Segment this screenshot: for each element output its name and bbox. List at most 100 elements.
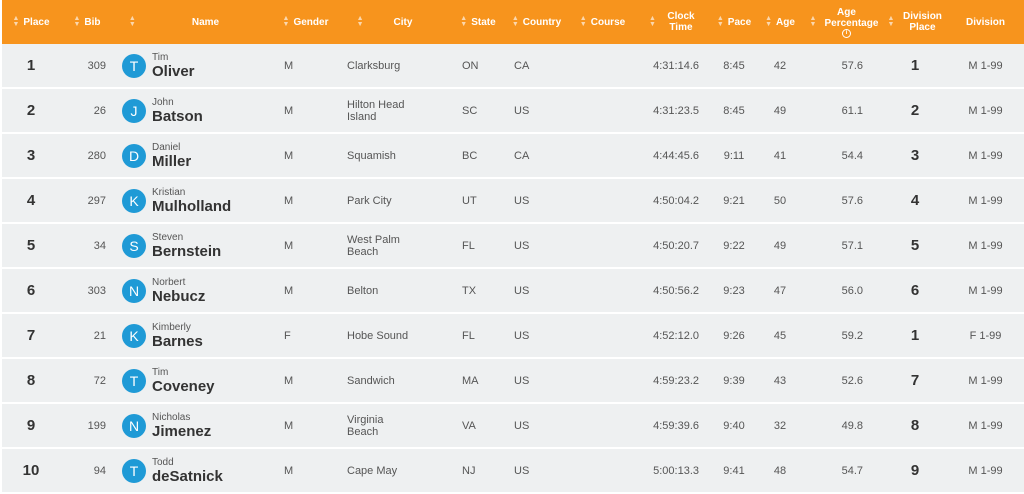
division-place-cell: 7 xyxy=(910,372,920,389)
header-name[interactable]: ▲ ▼ Name xyxy=(114,0,274,44)
clock-time-cell: 4:50:20.7 xyxy=(653,239,699,252)
name-cell[interactable]: T Tim Coveney xyxy=(114,359,274,402)
pace-cell: 9:41 xyxy=(723,464,745,477)
header-city-label: City xyxy=(393,16,413,28)
sort-icon: ▲ ▼ xyxy=(511,15,519,28)
course-cell xyxy=(569,224,636,267)
last-name[interactable]: Nebucz xyxy=(152,288,205,305)
last-name[interactable]: Coveney xyxy=(152,378,215,395)
name-cell[interactable]: T Todd deSatnick xyxy=(114,449,274,492)
name-cell[interactable]: D Daniel Miller xyxy=(114,134,274,177)
place-cell: 6 xyxy=(26,282,36,299)
age-cell: 49 xyxy=(773,239,787,252)
header-clock-time-label: Clock Time xyxy=(667,11,695,33)
city-cell: Hobe Sound xyxy=(347,329,409,342)
header-course-label: Course xyxy=(590,16,626,28)
clock-time-cell: 4:31:23.5 xyxy=(653,104,699,117)
info-icon[interactable]: i xyxy=(841,28,851,38)
bib-cell: 297 xyxy=(87,194,106,207)
header-age[interactable]: ▲ ▼ Age xyxy=(759,0,801,44)
last-name[interactable]: Bernstein xyxy=(152,243,221,260)
header-division-label: Division xyxy=(966,16,1005,28)
course-cell xyxy=(569,449,636,492)
city-cell: Park City xyxy=(347,194,392,207)
first-name: Nicholas xyxy=(152,411,191,423)
header-clock-time[interactable]: ▲ ▼ Clock Time xyxy=(636,0,709,44)
last-name[interactable]: deSatnick xyxy=(152,468,223,485)
division-cell: M 1-99 xyxy=(968,149,1003,162)
header-city[interactable]: ▲ ▼ City xyxy=(337,0,452,44)
place-cell: 9 xyxy=(26,417,36,434)
header-state[interactable]: ▲ ▼ State xyxy=(452,0,504,44)
gender-cell: M xyxy=(284,419,294,432)
header-course[interactable]: ▲ ▼ Course xyxy=(569,0,636,44)
bib-cell: 199 xyxy=(87,419,106,432)
division-cell: F 1-99 xyxy=(969,329,1002,342)
age-percentage-cell: 59.2 xyxy=(841,329,863,342)
place-cell: 2 xyxy=(26,102,36,119)
age-percentage-cell: 49.8 xyxy=(841,419,863,432)
table-row[interactable]: 8 72 T Tim Coveney M Sandwich MA US 4:59… xyxy=(2,359,1024,404)
name-cell[interactable]: J John Batson xyxy=(114,89,274,132)
course-cell xyxy=(569,179,636,222)
table-row[interactable]: 3 280 D Daniel Miller M Squamish BC CA 4… xyxy=(2,134,1024,179)
header-age-percentage[interactable]: ▲ ▼ Age Percentage i xyxy=(801,0,878,44)
header-bib[interactable]: ▲ ▼ Bib xyxy=(60,0,114,44)
name-cell[interactable]: T Tim Oliver xyxy=(114,44,274,87)
table-row[interactable]: 9 199 N Nicholas Jimenez M Virginia Beac… xyxy=(2,404,1024,449)
table-row[interactable]: 7 21 K Kimberly Barnes F Hobe Sound FL U… xyxy=(2,314,1024,359)
table-row[interactable]: 10 94 T Todd deSatnick M Cape May NJ US … xyxy=(2,449,1024,494)
avatar: K xyxy=(122,323,146,348)
last-name[interactable]: Batson xyxy=(152,108,203,125)
sort-icon: ▲ ▼ xyxy=(460,15,468,28)
sort-icon: ▲ ▼ xyxy=(887,15,895,28)
header-division[interactable]: Division xyxy=(953,0,1018,44)
last-name[interactable]: Jimenez xyxy=(152,423,211,440)
header-country[interactable]: ▲ ▼ Country xyxy=(504,0,569,44)
age-percentage-cell: 54.7 xyxy=(841,464,863,477)
last-name[interactable]: Oliver xyxy=(152,63,195,80)
avatar: J xyxy=(122,98,146,123)
avatar: S xyxy=(122,233,146,258)
division-place-cell: 1 xyxy=(910,327,920,344)
last-name[interactable]: Mulholland xyxy=(152,198,231,215)
header-division-place[interactable]: ▲ ▼ Division Place xyxy=(877,0,953,44)
table-row[interactable]: 4 297 K Kristian Mulholland M Park City … xyxy=(2,179,1024,224)
last-name[interactable]: Miller xyxy=(152,153,191,170)
age-percentage-cell: 57.6 xyxy=(841,194,863,207)
country-cell: US xyxy=(514,374,530,387)
table-row[interactable]: 2 26 J John Batson M Hilton Head Island … xyxy=(2,89,1024,134)
avatar: T xyxy=(122,458,146,483)
age-cell: 32 xyxy=(773,419,787,432)
name-cell[interactable]: S Steven Bernstein xyxy=(114,224,274,267)
header-pace[interactable]: ▲ ▼ Pace xyxy=(709,0,759,44)
table-row[interactable]: 6 303 N Norbert Nebucz M Belton TX US 4:… xyxy=(2,269,1024,314)
sort-icon: ▲ ▼ xyxy=(716,15,724,28)
name-cell[interactable]: K Kristian Mulholland xyxy=(114,179,274,222)
table-row[interactable]: 5 34 S Steven Bernstein M West Palm Beac… xyxy=(2,224,1024,269)
gender-cell: M xyxy=(284,284,294,297)
name-cell[interactable]: N Nicholas Jimenez xyxy=(114,404,274,447)
name-cell[interactable]: K Kimberly Barnes xyxy=(114,314,274,357)
last-name[interactable]: Barnes xyxy=(152,333,203,350)
age-percentage-cell: 56.0 xyxy=(841,284,863,297)
place-cell: 10 xyxy=(22,462,40,479)
header-place[interactable]: ▲ ▼ Place xyxy=(2,0,60,44)
bib-cell: 309 xyxy=(87,59,106,72)
header-state-label: State xyxy=(471,16,496,28)
age-percentage-cell: 54.4 xyxy=(841,149,863,162)
country-cell: CA xyxy=(514,59,530,72)
city-cell: Squamish xyxy=(347,149,396,162)
course-cell xyxy=(569,134,636,177)
division-place-cell: 8 xyxy=(910,417,920,434)
header-gender[interactable]: ▲ ▼ Gender xyxy=(274,0,337,44)
division-cell: M 1-99 xyxy=(968,284,1003,297)
name-cell[interactable]: N Norbert Nebucz xyxy=(114,269,274,312)
division-place-cell: 5 xyxy=(910,237,920,254)
division-place-cell: 2 xyxy=(910,102,920,119)
place-cell: 3 xyxy=(26,147,36,164)
first-name: Daniel xyxy=(152,141,181,153)
city-cell: Hilton Head Island xyxy=(347,98,405,123)
table-row[interactable]: 1 309 T Tim Oliver M Clarksburg ON CA 4:… xyxy=(2,44,1024,89)
bib-cell: 280 xyxy=(87,149,106,162)
